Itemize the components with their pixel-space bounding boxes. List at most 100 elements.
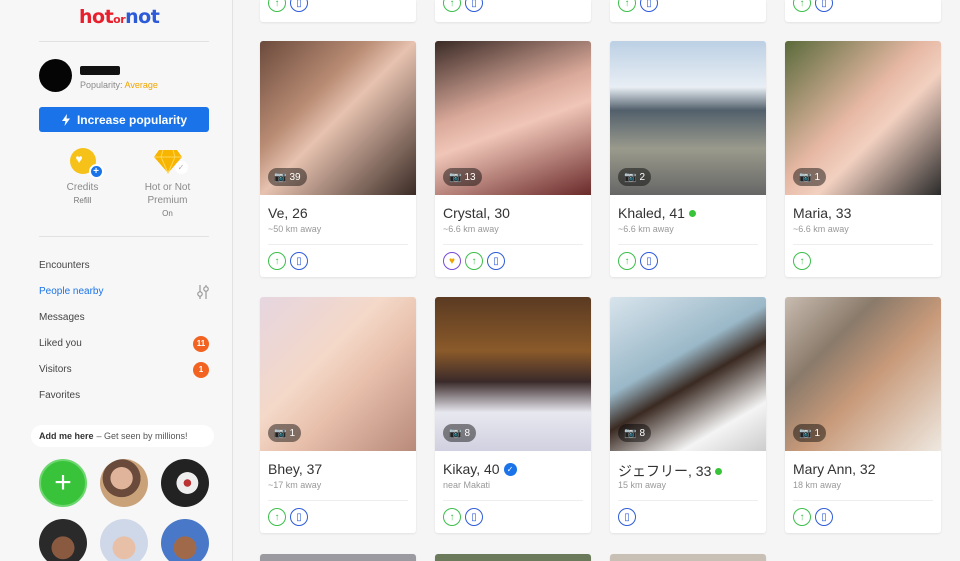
menu-item-favorites[interactable]: Favorites: [39, 390, 80, 401]
app: hotornot Popularity: Average Increase po…: [0, 0, 960, 561]
card-actions: ↑ ▯: [618, 0, 658, 12]
menu-item-visitors[interactable]: Visitors: [39, 364, 72, 375]
card-actions: ↑ ▯: [618, 252, 658, 270]
user-avatar[interactable]: [39, 59, 72, 92]
like-arrow-icon[interactable]: ↑: [618, 252, 636, 270]
phone-icon[interactable]: ▯: [618, 508, 636, 526]
phone-icon[interactable]: ▯: [465, 0, 483, 12]
add-me-here-banner[interactable]: Add me here – Get seen by millions!: [31, 425, 214, 447]
photo-count: 2: [639, 171, 646, 183]
user-name-redacted: [80, 66, 120, 75]
card-actions: ↑ ▯: [268, 508, 308, 526]
profile-photo[interactable]: 📷 2: [610, 41, 766, 195]
camera-icon: 📷: [274, 427, 287, 439]
profile-card[interactable]: 📷 8 ジェフリー, 33 15 km away ▯: [610, 297, 766, 533]
like-arrow-icon[interactable]: ↑: [268, 508, 286, 526]
profile-name: Kikay, 40 ✓: [443, 461, 517, 477]
add-me-title: Add me here: [39, 431, 94, 441]
profile-distance: ~50 km away: [268, 224, 322, 234]
profile-name: Ve, 26: [268, 205, 308, 221]
like-arrow-icon[interactable]: ↑: [793, 0, 811, 12]
profile-card[interactable]: 📷 8 Kikay, 40 ✓ near Makati ↑ ▯: [435, 297, 591, 533]
camera-icon: 📷: [449, 427, 462, 439]
profile-card-partial[interactable]: ↑ ▯: [435, 0, 591, 22]
profile-card[interactable]: 📷 13 Crystal, 30 ~6.6 km away ♥ ↑ ▯: [435, 41, 591, 277]
phone-icon[interactable]: ▯: [640, 0, 658, 12]
profile-name-text: Khaled, 41: [618, 205, 685, 221]
credits-widget[interactable]: ♥ + Credits Refill: [55, 148, 110, 207]
profile-photo[interactable]: 📷 1: [260, 297, 416, 451]
gold-heart-icon[interactable]: ♥: [443, 252, 461, 270]
card-actions: ↑ ▯: [793, 508, 833, 526]
camera-icon: 📷: [799, 427, 812, 439]
profile-card-partial[interactable]: ↑ ▯: [260, 0, 416, 22]
profile-photo[interactable]: 📷 1: [785, 297, 941, 451]
check-icon: ✓: [174, 161, 188, 174]
divider: [268, 500, 408, 501]
phone-icon[interactable]: ▯: [290, 0, 308, 12]
like-arrow-icon[interactable]: ↑: [618, 0, 636, 12]
spotlight-avatar[interactable]: [100, 459, 148, 507]
menu-item-messages[interactable]: Messages: [39, 312, 85, 323]
premium-status: On: [162, 209, 173, 218]
card-actions: ↑: [793, 252, 811, 270]
spotlight-avatar[interactable]: [100, 519, 148, 561]
spotlight-avatar[interactable]: [39, 519, 87, 561]
profile-card-partial[interactable]: [610, 554, 766, 561]
profile-photo[interactable]: 📷 8: [435, 297, 591, 451]
divider: [793, 500, 933, 501]
like-arrow-icon[interactable]: ↑: [465, 252, 483, 270]
card-actions: ▯: [618, 508, 636, 526]
phone-icon[interactable]: ▯: [465, 508, 483, 526]
profile-card[interactable]: 📷 1 Maria, 33 ~6.6 km away ↑: [785, 41, 941, 277]
card-actions: ↑ ▯: [443, 508, 483, 526]
photo-count: 1: [289, 427, 296, 439]
like-arrow-icon[interactable]: ↑: [268, 252, 286, 270]
menu-item-encounters[interactable]: Encounters: [39, 260, 90, 271]
photo-count-badge: 📷 8: [443, 424, 477, 442]
like-arrow-icon[interactable]: ↑: [268, 0, 286, 12]
logo[interactable]: hotornot: [79, 6, 160, 28]
photo-count-badge: 📷 39: [268, 168, 307, 186]
profile-card[interactable]: 📷 1 Bhey, 37 ~17 km away ↑ ▯: [260, 297, 416, 533]
premium-widget[interactable]: ✓ Hot or Not Premium On: [135, 148, 200, 220]
profile-photo[interactable]: 📷 13: [435, 41, 591, 195]
menu-item-people-nearby[interactable]: People nearby: [39, 286, 104, 297]
phone-icon[interactable]: ▯: [290, 252, 308, 270]
profile-card-partial[interactable]: [435, 554, 591, 561]
like-arrow-icon[interactable]: ↑: [793, 508, 811, 526]
photo-count-badge: 📷 13: [443, 168, 482, 186]
profile-card[interactable]: 📷 1 Mary Ann, 32 18 km away ↑ ▯: [785, 297, 941, 533]
add-me-spotlight-button[interactable]: +: [39, 459, 87, 507]
profile-photo[interactable]: 📷 1: [785, 41, 941, 195]
like-arrow-icon[interactable]: ↑: [443, 0, 461, 12]
like-arrow-icon[interactable]: ↑: [443, 508, 461, 526]
profile-card-partial[interactable]: [260, 554, 416, 561]
phone-icon[interactable]: ▯: [815, 0, 833, 12]
profile-card-partial[interactable]: ↑ ▯: [610, 0, 766, 22]
camera-icon: 📷: [799, 171, 812, 183]
phone-icon[interactable]: ▯: [290, 508, 308, 526]
profile-name-text: Crystal, 30: [443, 205, 510, 221]
divider: [618, 500, 758, 501]
liked-you-count-badge: 11: [193, 336, 209, 352]
menu-item-liked-you[interactable]: Liked you: [39, 338, 82, 349]
profile-name: Crystal, 30: [443, 205, 510, 221]
spotlight-avatar[interactable]: [161, 519, 209, 561]
profile-card[interactable]: 📷 39 Ve, 26 ~50 km away ↑ ▯: [260, 41, 416, 277]
profile-card[interactable]: 📷 2 Khaled, 41 ~6.6 km away ↑ ▯: [610, 41, 766, 277]
spotlight-avatar[interactable]: [161, 459, 209, 507]
profile-photo[interactable]: 📷 8: [610, 297, 766, 451]
credits-coin-icon: ♥ +: [69, 148, 104, 179]
profile-distance: 15 km away: [618, 480, 667, 490]
phone-icon[interactable]: ▯: [640, 252, 658, 270]
filter-settings-icon[interactable]: [195, 284, 211, 300]
phone-icon[interactable]: ▯: [487, 252, 505, 270]
profile-card-partial[interactable]: ↑ ▯: [785, 0, 941, 22]
camera-icon: 📷: [274, 171, 287, 183]
phone-icon[interactable]: ▯: [815, 508, 833, 526]
profile-distance: 18 km away: [793, 480, 842, 490]
profile-photo[interactable]: 📷 39: [260, 41, 416, 195]
increase-popularity-button[interactable]: Increase popularity: [39, 107, 209, 132]
like-arrow-icon[interactable]: ↑: [793, 252, 811, 270]
